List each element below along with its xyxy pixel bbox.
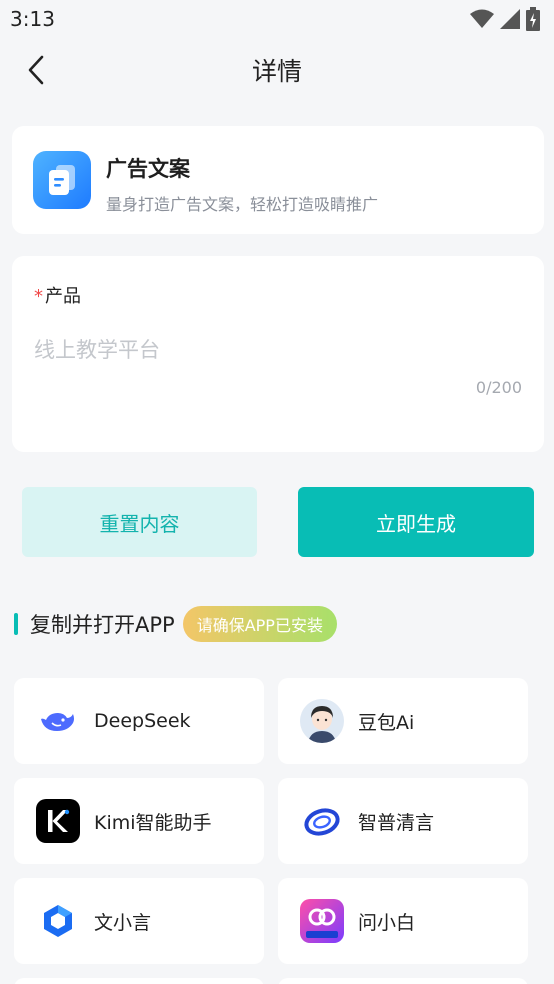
app-card-partial[interactable] — [14, 978, 264, 984]
signal-icon — [500, 9, 520, 29]
app-card-doubao[interactable]: 豆包Ai — [278, 678, 528, 764]
required-mark: * — [34, 286, 43, 307]
app-card-deepseek[interactable]: DeepSeek — [14, 678, 264, 764]
app-card-kimi[interactable]: Kimi智能助手 — [14, 778, 264, 864]
page-title: 详情 — [251, 57, 302, 86]
generate-button[interactable]: 立即生成 — [298, 487, 534, 557]
product-field-label: * 产品 — [34, 282, 81, 308]
nav-bar: 详情 — [0, 38, 554, 102]
app-name: 豆包Ai — [358, 711, 415, 734]
product-label-text: 产品 — [45, 286, 81, 307]
section-title: 复制并打开APP — [30, 613, 175, 637]
battery-icon — [526, 7, 540, 31]
install-notice-badge: 请确保APP已安装 — [182, 606, 337, 642]
app-card-zhipu[interactable]: 智普清言 — [278, 778, 528, 864]
feature-title: 广告文案 — [106, 157, 190, 181]
zhipu-ring-icon — [300, 799, 344, 843]
app-card-partial[interactable] — [278, 978, 528, 984]
kimi-k-icon — [36, 799, 80, 843]
document-copy-icon — [33, 151, 91, 209]
back-button[interactable] — [18, 52, 54, 88]
chevron-left-icon — [28, 55, 44, 85]
feature-description: 量身打造广告文案，轻松打造吸睛推广 — [106, 195, 379, 214]
product-form-card: *产品 0/200 — [12, 256, 544, 452]
wifi-icon — [470, 9, 494, 28]
app-name: DeepSeek — [94, 710, 191, 732]
status-bar: 3:13 — [0, 0, 554, 38]
app-name: 文小言 — [94, 911, 152, 934]
deepseek-whale-icon — [36, 699, 80, 743]
feature-card: 广告文案 量身打造广告文案，轻松打造吸睛推广 — [12, 126, 544, 234]
wenxiaoyan-cube-icon — [36, 899, 80, 943]
char-counter: 0/200 — [475, 378, 522, 397]
product-input[interactable] — [34, 330, 514, 370]
app-card-wenxiaobai[interactable]: 问小白 — [278, 878, 528, 964]
status-time: 3:13 — [10, 7, 55, 31]
app-name: Kimi智能助手 — [94, 811, 212, 834]
app-name: 问小白 — [358, 911, 416, 934]
reset-button[interactable]: 重置内容 — [22, 487, 257, 557]
wenxiaobai-badge-icon — [300, 899, 344, 943]
apps-section-header: 复制并打开APP 请确保APP已安装 — [14, 604, 337, 644]
app-name: 智普清言 — [358, 811, 435, 834]
doubao-avatar-icon — [300, 699, 344, 743]
status-icons — [470, 7, 540, 31]
section-accent-bar — [14, 613, 18, 635]
app-card-wenxiaoyan[interactable]: 文小言 — [14, 878, 264, 964]
